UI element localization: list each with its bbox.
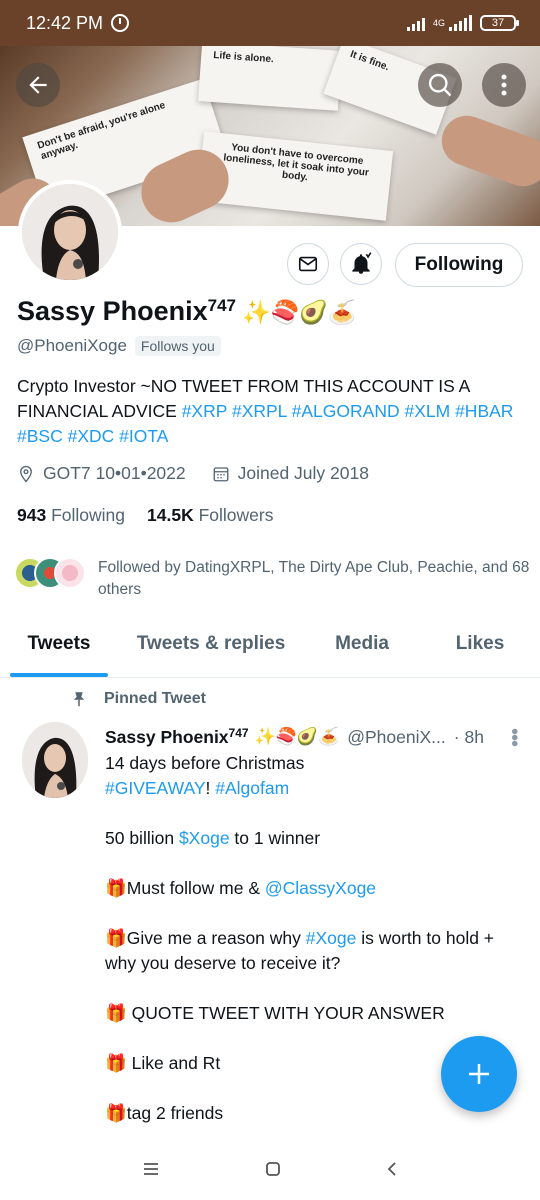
followers-count-link[interactable]: 14.5K Followers bbox=[147, 505, 273, 526]
location-icon bbox=[20, 465, 32, 483]
tab-tweets-and-replies[interactable]: Tweets & replies bbox=[118, 618, 304, 677]
bio-hashtag-algorand[interactable]: #ALGORAND bbox=[292, 401, 400, 421]
profile-tabs: Tweets Tweets & replies Media Likes bbox=[0, 618, 540, 678]
bio-hashtag-xlm[interactable]: #XLM bbox=[404, 401, 450, 421]
status-bar: 12:42 PM 4G 37 bbox=[0, 0, 540, 46]
plus-icon bbox=[469, 1064, 489, 1084]
bio-hashtag-bsc[interactable]: #BSC bbox=[17, 426, 63, 446]
alarm-icon bbox=[111, 14, 130, 32]
back-arrow-icon bbox=[29, 76, 47, 94]
status-time: 12:42 PM bbox=[26, 12, 104, 33]
following-count-link[interactable]: 943 Following bbox=[17, 505, 125, 526]
followed-by-text: Followed by DatingXRPL, The Dirty Ape Cl… bbox=[98, 559, 530, 598]
network-type: 4G bbox=[432, 17, 445, 28]
profile-name-emoji: ✨🍣🥑🍝 bbox=[241, 299, 357, 325]
tweet-time: · 8h bbox=[453, 726, 484, 747]
tweet-line: 🎁 QUOTE TWEET WITH YOUR ANSWER bbox=[105, 1003, 445, 1023]
tweet-line: 🎁Give me a reason why #Xoge is worth to … bbox=[105, 928, 495, 973]
follower-avatar bbox=[54, 557, 86, 589]
tweet-hashtag-algofam[interactable]: #Algofam bbox=[215, 778, 289, 798]
more-options-button[interactable] bbox=[482, 63, 526, 107]
handle-row: @PhoeniXoge Follows you bbox=[17, 336, 221, 356]
calendar-icon bbox=[213, 466, 229, 481]
signal-icon bbox=[406, 15, 425, 31]
status-icons: 4G 37 bbox=[406, 15, 519, 31]
following-button[interactable]: Following bbox=[395, 243, 523, 287]
follow-counts: 943 Following 14.5K Followers bbox=[17, 505, 273, 526]
more-vertical-icon bbox=[501, 74, 507, 96]
bell-plus-icon bbox=[352, 252, 372, 274]
tweet-author-avatar[interactable] bbox=[22, 722, 88, 798]
tweet-more-icon[interactable]: ••• bbox=[502, 728, 525, 746]
search-button[interactable] bbox=[418, 63, 462, 107]
tweet-mention-classyxoge[interactable]: @ClassyXoge bbox=[265, 878, 376, 898]
tweet-line: #GIVEAWAY! #Algofam bbox=[105, 778, 290, 798]
back-chevron-icon[interactable] bbox=[386, 1161, 398, 1177]
followed-by[interactable]: Followed by DatingXRPL, The Dirty Ape Cl… bbox=[14, 557, 538, 601]
bio-hashtag-iota[interactable]: #IOTA bbox=[119, 426, 168, 446]
profile-name: Sassy Phoenix747 ✨🍣🥑🍝 bbox=[17, 296, 357, 327]
profile-avatar[interactable] bbox=[18, 180, 122, 284]
banner-paper: Life is alone. bbox=[198, 46, 342, 111]
pinned-label: Pinned Tweet bbox=[104, 690, 206, 707]
avatar-image bbox=[22, 184, 118, 280]
tweet-author-emoji: ✨🍣🥑🍝 bbox=[254, 727, 340, 746]
search-icon bbox=[428, 73, 452, 97]
bio-hashtag-xdc[interactable]: #XDC bbox=[68, 426, 115, 446]
banner-hand bbox=[434, 108, 540, 194]
profile-name-text: Sassy Phoenix bbox=[17, 296, 208, 326]
tweet-cashtag-xoge[interactable]: $Xoge bbox=[179, 828, 230, 848]
pin-icon bbox=[73, 692, 85, 707]
tab-likes[interactable]: Likes bbox=[420, 618, 540, 677]
message-button[interactable] bbox=[287, 243, 329, 285]
profile-bio: Crypto Investor ~NO TWEET FROM THIS ACCO… bbox=[17, 374, 527, 449]
compose-tweet-button[interactable] bbox=[441, 1036, 517, 1112]
bio-hashtag-hbar[interactable]: #HBAR bbox=[455, 401, 513, 421]
profile-meta: GOT7 10•01•2022 Joined July 2018 bbox=[17, 463, 369, 484]
profile-name-superscript: 747 bbox=[207, 296, 236, 315]
signal-icon-2 bbox=[449, 15, 472, 31]
back-button[interactable] bbox=[16, 63, 60, 107]
tweet-hashtag-xoge[interactable]: #Xoge bbox=[306, 928, 357, 948]
profile-joined: Joined July 2018 bbox=[237, 463, 369, 483]
mail-icon bbox=[298, 256, 318, 272]
menu-icon[interactable] bbox=[142, 1162, 160, 1176]
tab-media[interactable]: Media bbox=[304, 618, 420, 677]
tab-tweets[interactable]: Tweets bbox=[0, 618, 118, 677]
pinned-indicator: Pinned Tweet bbox=[70, 690, 206, 708]
avatar-image bbox=[22, 722, 88, 798]
tweet-author-name[interactable]: Sassy Phoenix747 bbox=[105, 726, 249, 748]
profile-handle: @PhoeniXoge bbox=[17, 336, 127, 355]
system-nav-bar bbox=[0, 1138, 540, 1200]
follows-you-badge: Follows you bbox=[134, 336, 221, 356]
battery-icon: 37 bbox=[480, 15, 519, 31]
tweet-line: 50 billion $Xoge to 1 winner bbox=[105, 828, 321, 848]
tweet-hashtag-giveaway[interactable]: #GIVEAWAY bbox=[105, 778, 206, 798]
bio-hashtag-xrp[interactable]: #XRP bbox=[182, 401, 227, 421]
tweet-author-handle[interactable]: @PhoeniX... bbox=[347, 727, 446, 748]
tweet-line: 14 days before Christmas bbox=[105, 753, 305, 773]
home-square-icon[interactable] bbox=[265, 1161, 281, 1177]
bio-hashtag-xrpl[interactable]: #XRPL bbox=[232, 401, 287, 421]
notifications-button[interactable] bbox=[340, 243, 382, 285]
profile-location: GOT7 10•01•2022 bbox=[43, 463, 186, 483]
tweet-line: 🎁Must follow me & @ClassyXoge bbox=[105, 878, 377, 898]
tweet-header: Sassy Phoenix747 ✨🍣🥑🍝 @PhoeniX... · 8h •… bbox=[105, 726, 525, 748]
